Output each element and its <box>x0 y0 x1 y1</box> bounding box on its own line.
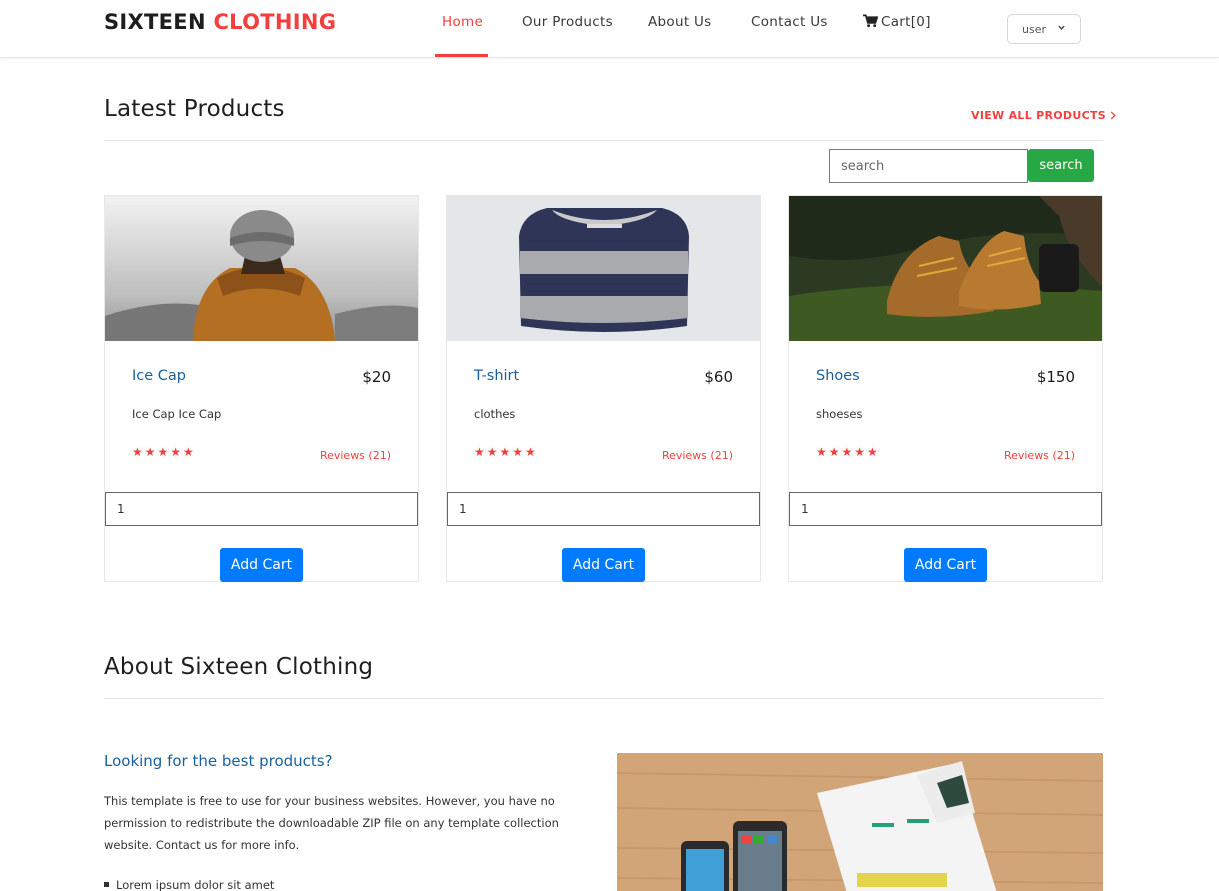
user-dropdown[interactable]: user <box>1007 14 1081 44</box>
latest-products-title: Latest Products <box>104 96 285 122</box>
about-subtitle: Looking for the best products? <box>104 752 333 770</box>
view-all-products-link[interactable]: VIEW ALL PRODUCTS <box>971 109 1116 122</box>
product-name[interactable]: T-shirt <box>474 368 519 384</box>
logo-accent: CLOTHING <box>213 10 337 34</box>
nav-contact-us[interactable]: Contact Us <box>751 14 828 30</box>
product-image[interactable] <box>105 196 418 341</box>
chevron-right-icon <box>1110 111 1116 120</box>
nav-our-products[interactable]: Our Products <box>522 14 613 30</box>
product-image[interactable] <box>447 196 760 341</box>
reviews-link[interactable]: Reviews (21) <box>1004 449 1075 462</box>
product-description: Ice Cap Ice Cap <box>132 407 222 421</box>
about-list-item-label: Lorem ipsum dolor sit amet <box>116 878 275 891</box>
bullet-icon <box>104 882 109 887</box>
product-description: shoeses <box>816 407 863 421</box>
star-rating: ★★★★★ <box>132 445 196 459</box>
star-rating: ★★★★★ <box>474 445 538 459</box>
product-card: Shoes $150 shoeses ★★★★★ Reviews (21) Ad… <box>788 195 1103 582</box>
product-name[interactable]: Ice Cap <box>132 368 186 384</box>
logo-main: SIXTEEN <box>104 10 206 34</box>
add-cart-button[interactable]: Add Cart <box>220 548 303 582</box>
reviews-link[interactable]: Reviews (21) <box>662 449 733 462</box>
view-all-label: VIEW ALL PRODUCTS <box>971 109 1106 122</box>
add-cart-button[interactable]: Add Cart <box>904 548 987 582</box>
search-button[interactable]: search <box>1028 149 1094 182</box>
about-image <box>617 753 1103 891</box>
site-header: SIXTEEN CLOTHING Home Our Products About… <box>0 0 1219 58</box>
quantity-input[interactable] <box>789 492 1102 526</box>
nav-cart[interactable]: Cart[0] <box>863 14 931 30</box>
nav-home[interactable]: Home <box>442 14 483 30</box>
product-image[interactable] <box>789 196 1102 341</box>
about-title: About Sixteen Clothing <box>104 654 374 680</box>
reviews-link[interactable]: Reviews (21) <box>320 449 391 462</box>
quantity-input[interactable] <box>447 492 760 526</box>
product-description: clothes <box>474 407 516 421</box>
divider <box>104 698 1103 699</box>
user-dropdown-value: user <box>1022 23 1046 36</box>
add-cart-button[interactable]: Add Cart <box>562 548 645 582</box>
divider <box>104 140 1103 141</box>
nav-about-us[interactable]: About Us <box>648 14 712 30</box>
star-rating: ★★★★★ <box>816 445 880 459</box>
product-card: Ice Cap $20 Ice Cap Ice Cap ★★★★★ Review… <box>104 195 419 582</box>
product-card: T-shirt $60 clothes ★★★★★ Reviews (21) A… <box>446 195 761 582</box>
site-logo[interactable]: SIXTEEN CLOTHING <box>104 10 336 34</box>
search-input[interactable] <box>829 149 1028 183</box>
cart-icon <box>863 14 878 28</box>
nav-cart-label: Cart[0] <box>881 14 931 30</box>
nav-active-indicator <box>435 54 488 57</box>
product-price: $150 <box>1036 368 1075 386</box>
quantity-input[interactable] <box>105 492 418 526</box>
about-paragraph: This template is free to use for your bu… <box>104 794 559 852</box>
chevron-down-icon <box>1058 25 1065 30</box>
about-list-item: Lorem ipsum dolor sit amet <box>104 878 274 891</box>
product-name[interactable]: Shoes <box>816 368 860 384</box>
product-price: $60 <box>704 368 733 386</box>
product-price: $20 <box>362 368 391 386</box>
